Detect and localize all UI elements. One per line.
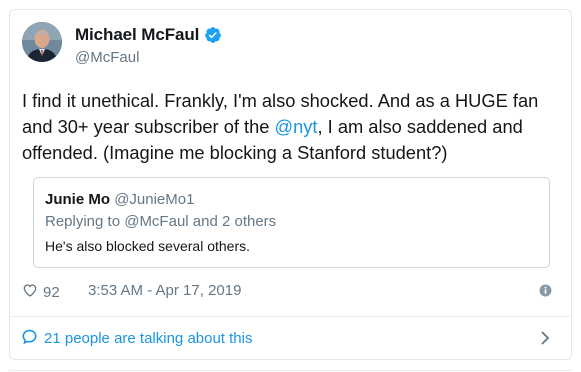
talking-label: 21 people are talking about this [44, 329, 253, 347]
bottom-divider [9, 370, 572, 371]
chevron-right-icon[interactable] [539, 330, 551, 350]
mention-link[interactable]: @nyt [275, 116, 318, 137]
quoted-tweet[interactable]: Junie Mo @JunieMo1 Replying to @McFaul a… [33, 177, 550, 268]
avatar[interactable] [22, 22, 62, 62]
tweet-text: I find it unethical. Frankly, I'm also s… [22, 88, 547, 166]
tweet-author[interactable]: Michael McFaul @McFaul [22, 22, 422, 70]
like-count: 92 [43, 283, 60, 301]
divider [9, 316, 572, 317]
like-button[interactable]: 92 [22, 282, 60, 302]
conversation-link[interactable]: 21 people are talking about this [21, 327, 551, 349]
quote-author-name: Junie Mo [45, 191, 111, 208]
verified-badge-icon [204, 26, 222, 44]
quote-header: Junie Mo @JunieMo1 [45, 191, 194, 208]
tweet-meta: 92 3:53 AM - Apr 17, 2019 [22, 282, 552, 302]
author-handle[interactable]: @McFaul [75, 49, 222, 66]
display-name[interactable]: Michael McFaul [75, 25, 199, 45]
speech-bubble-icon [21, 328, 38, 349]
tweet-timestamp[interactable]: 3:53 AM - Apr 17, 2019 [88, 282, 241, 299]
quote-body: He's also blocked several others. [45, 238, 250, 254]
quote-author-handle: @JunieMo1 [114, 191, 195, 208]
heart-icon [22, 282, 38, 302]
quote-replying-to: Replying to @McFaul and 2 others [45, 213, 277, 230]
info-icon[interactable] [539, 284, 552, 297]
